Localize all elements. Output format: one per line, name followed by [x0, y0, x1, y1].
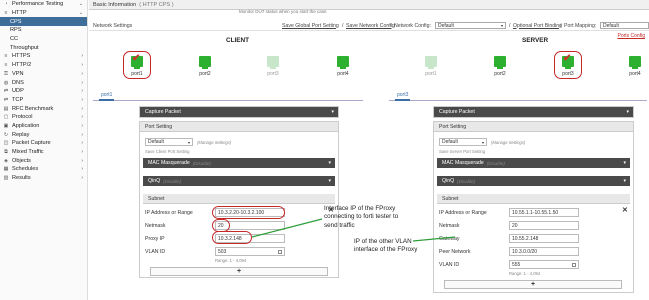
sidebar-item-label: Application — [12, 122, 40, 129]
sidebar-item-performance-testing[interactable]: ◔ Performance Testing ⌄ — [0, 0, 87, 9]
sidebar-item-objects[interactable]: ◈ Objects › — [0, 156, 87, 165]
sidebar-item-label: RFC Benchmark — [12, 105, 54, 112]
sidebar-item-http[interactable]: ≡ HTTP ⌄ — [0, 9, 87, 18]
chevron-icon: › — [81, 114, 83, 121]
sidebar-item-label: HTTPS — [12, 53, 31, 60]
sidebar-item-label: Throughput — [10, 44, 39, 51]
lock-icon: ⚿ — [4, 70, 8, 77]
sidebar-item-label: VPN — [12, 70, 24, 77]
chevron-icon: › — [81, 157, 83, 164]
chevron-icon: › — [81, 149, 83, 156]
doc-icon: ▢ — [3, 114, 9, 121]
sidebar-item-label: HTTP — [12, 10, 27, 17]
sidebar-item-label: Objects — [12, 157, 31, 164]
sidebar-item-cc[interactable]: CC — [0, 35, 87, 44]
client-arrow-line — [251, 218, 323, 238]
list-icon: ≡ — [4, 62, 8, 69]
sidebar-item-label: Mixed Traffic — [12, 149, 44, 156]
list-icon: ≡ — [4, 10, 8, 17]
chevron-icon: › — [81, 122, 83, 129]
sidebar-item-protocol[interactable]: ▢ Protocol › — [0, 113, 87, 122]
chevron-icon: › — [81, 70, 83, 77]
sidebar-item-dns[interactable]: ◍ DNS › — [0, 78, 87, 87]
chart-icon: ▤ — [3, 105, 9, 112]
chevron-icon: › — [81, 140, 83, 147]
sidebar-item-label: Schedules — [12, 166, 39, 173]
results-icon: ▥ — [3, 175, 9, 182]
chevron-icon: › — [81, 105, 83, 112]
sidebar-item-label: Replay — [12, 131, 30, 138]
arrows-icon: ⇄ — [3, 88, 9, 95]
sidebar-item-rfc-benchmark[interactable]: ▤ RFC Benchmark › — [0, 104, 87, 113]
capture-icon: ◫ — [3, 140, 9, 147]
mix-icon: ⧉ — [4, 149, 8, 156]
chevron-icon: › — [81, 88, 83, 95]
main-content: Basic Information ( HTTP CPS ) Monitor D… — [89, 0, 649, 300]
sidebar-item-label: RPS — [10, 27, 22, 34]
sidebar-item-rps[interactable]: RPS — [0, 26, 87, 35]
sidebar: ◔ Performance Testing ⌄ ≡ HTTP ⌄ CPS RPS CC Throu… — [0, 0, 88, 300]
sidebar-item-label: Protocol — [12, 114, 33, 121]
sidebar-item-vpn[interactable]: ⚿ VPN › — [0, 70, 87, 79]
sidebar-item-label: UDP — [12, 88, 24, 95]
sidebar-item-results[interactable]: ▥ Results › — [0, 174, 87, 183]
sidebar-item-tcp[interactable]: ⇄ TCP › — [0, 96, 87, 105]
calendar-icon: ▦ — [3, 166, 9, 173]
sidebar-item-packet-capture[interactable]: ◫ Packet Capture › — [0, 139, 87, 148]
sidebar-item-label: HTTP/2 — [12, 62, 32, 69]
chevron-icon: › — [81, 79, 83, 86]
globe-icon: ◍ — [3, 79, 9, 86]
sidebar-item-label: CC — [10, 36, 19, 43]
sidebar-item-label: CPS — [10, 18, 22, 25]
chevron-icon: › — [81, 62, 83, 69]
chevron-icon: ⌄ — [78, 10, 83, 17]
sidebar-item-https[interactable]: ≡ HTTPS › — [0, 52, 87, 61]
sidebar-item-replay[interactable]: ↻ Replay › — [0, 130, 87, 139]
list-icon: ≡ — [4, 53, 8, 60]
chevron-icon: ⌄ — [78, 1, 83, 8]
sidebar-item-label: Packet Capture — [12, 140, 51, 147]
sidebar-item-label: TCP — [12, 96, 24, 103]
app-icon: ▣ — [3, 122, 9, 129]
gauge-icon: ◔ — [4, 1, 8, 8]
chevron-icon: › — [81, 131, 83, 138]
cube-icon: ◈ — [4, 157, 8, 164]
sidebar-item-mixed-traffic[interactable]: ⧉ Mixed Traffic › — [0, 148, 87, 157]
chevron-icon: › — [81, 175, 83, 182]
chevron-icon: › — [81, 166, 83, 173]
sidebar-item-label: Results — [12, 175, 31, 182]
sidebar-item-label: DNS — [12, 79, 24, 86]
chevron-icon: › — [81, 53, 83, 60]
server-arrow-line — [412, 236, 456, 242]
replay-icon: ↻ — [3, 131, 9, 138]
sidebar-item-http-2[interactable]: ≡ HTTP/2 › — [0, 61, 87, 70]
arrows-icon: ⇄ — [3, 96, 9, 103]
annotation-arrows — [251, 218, 456, 242]
sidebar-item-cps[interactable]: CPS — [0, 17, 87, 27]
chevron-icon: › — [81, 96, 83, 103]
sidebar-item-application[interactable]: ▣ Application › — [0, 122, 87, 131]
sidebar-item-throughput[interactable]: Throughput — [0, 43, 87, 52]
sidebar-item-schedules[interactable]: ▦ Schedules › — [0, 165, 87, 174]
sidebar-item-label: Performance Testing — [12, 1, 64, 8]
sidebar-item-udp[interactable]: ⇄ UDP › — [0, 87, 87, 96]
